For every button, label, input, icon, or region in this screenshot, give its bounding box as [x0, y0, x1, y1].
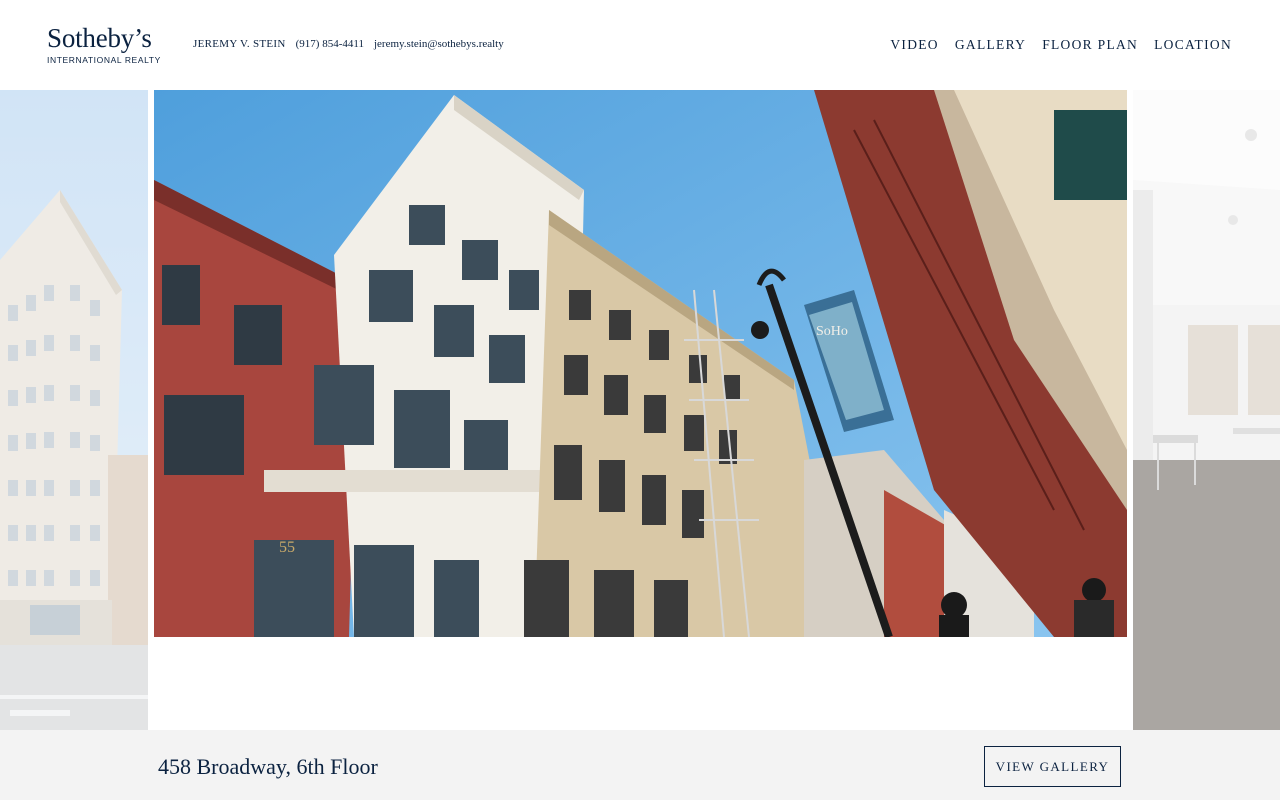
nav-floor-plan[interactable]: FLOOR PLAN: [1042, 37, 1138, 53]
view-gallery-button[interactable]: VIEW GALLERY: [984, 746, 1121, 787]
main-nav: VIDEO GALLERY FLOOR PLAN LOCATION: [890, 37, 1232, 53]
logo-subtitle: INTERNATIONAL REALTY: [47, 55, 161, 65]
agent-name: JEREMY V. STEIN: [193, 38, 286, 50]
sothebys-logo[interactable]: Sotheby’s INTERNATIONAL REALTY: [47, 24, 167, 65]
nav-gallery[interactable]: GALLERY: [955, 37, 1026, 53]
site-header: Sotheby’s INTERNATIONAL REALTY JEREMY V.…: [0, 0, 1280, 90]
logo-wordmark: Sotheby’s: [47, 23, 152, 53]
agent-phone[interactable]: (917) 854-4411: [296, 38, 364, 50]
gallery-main-photo[interactable]: 55 SoHo: [154, 90, 1127, 637]
building-number: 55: [279, 539, 295, 556]
listing-bar: 458 Broadway, 6th Floor VIEW GALLERY: [0, 730, 1280, 800]
gallery-next-photo[interactable]: [1133, 90, 1280, 730]
banner-text: SoHo: [816, 324, 848, 339]
nav-video[interactable]: VIDEO: [890, 37, 939, 53]
agent-email[interactable]: jeremy.stein@sothebys.realty: [374, 38, 504, 50]
listing-address: 458 Broadway, 6th Floor: [158, 754, 378, 779]
nav-location[interactable]: LOCATION: [1154, 37, 1232, 53]
agent-contact: JEREMY V. STEIN (917) 854-4411 jeremy.st…: [193, 38, 504, 50]
gallery-prev-photo[interactable]: [0, 90, 148, 730]
